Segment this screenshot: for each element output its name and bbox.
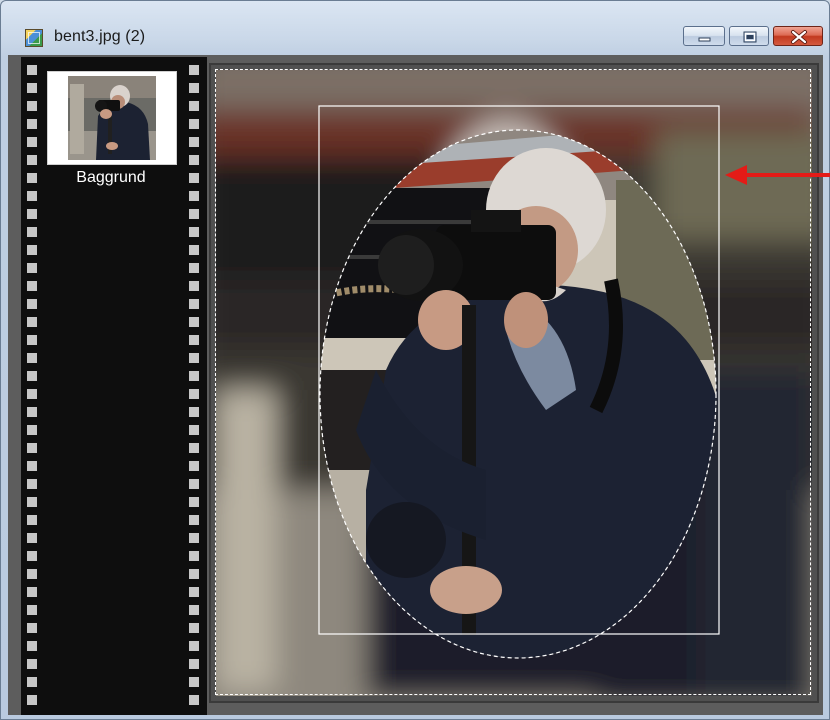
title-bar[interactable]: bent3.jpg (2): [1, 1, 829, 55]
film-perforations-right: [189, 65, 199, 713]
document-client-area: Baggrund: [8, 55, 823, 715]
layers-panel: Baggrund: [21, 57, 207, 715]
image-document-icon[interactable]: [25, 29, 43, 47]
photographer-thumbnail: [68, 76, 156, 160]
minimize-button[interactable]: [683, 26, 725, 46]
close-button[interactable]: [773, 26, 823, 46]
maximize-icon: [743, 31, 757, 43]
film-perforations-left: [27, 65, 37, 713]
minimize-icon: [698, 37, 711, 42]
maximize-button[interactable]: [729, 26, 769, 46]
close-icon: [791, 30, 807, 44]
red-arrow-icon: [725, 165, 830, 185]
image-canvas[interactable]: [209, 63, 819, 703]
window-title: bent3.jpg (2): [54, 28, 146, 45]
layer-thumbnail[interactable]: [47, 71, 177, 165]
layer-name[interactable]: Baggrund: [47, 169, 175, 187]
document-window: bent3.jpg (2) Baggrund: [0, 0, 830, 720]
